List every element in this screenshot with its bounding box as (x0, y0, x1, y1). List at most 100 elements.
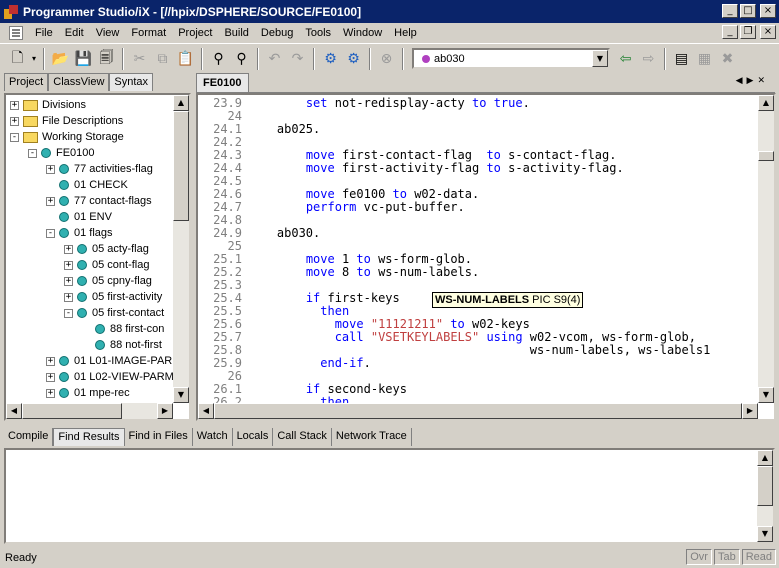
tree-item[interactable]: 88 first-con (82, 321, 164, 337)
minimize-button[interactable]: _ (722, 4, 738, 18)
expand-icon[interactable]: + (10, 116, 19, 126)
code-editor[interactable]: 23.9 set not-redisplay-acty to true. 24 2… (196, 93, 776, 421)
scroll-up-icon[interactable]: ▲ (757, 450, 773, 466)
function-combo[interactable]: ab030 ▼ (412, 48, 610, 69)
expand-icon[interactable]: + (64, 276, 73, 286)
tree-item[interactable]: +05 first-activity (64, 289, 162, 305)
back-icon[interactable]: ⇦ (614, 48, 637, 70)
expand-icon[interactable]: + (46, 196, 55, 206)
tab-compile[interactable]: Compile (4, 428, 54, 446)
close-button[interactable]: × (760, 4, 776, 18)
menu-format[interactable]: Format (125, 25, 172, 41)
menu-build[interactable]: Build (218, 25, 254, 41)
tree-item[interactable]: - Working Storage (10, 129, 124, 145)
tree-item[interactable]: +01 L01-IMAGE-PAR (46, 353, 172, 369)
tab-find-results[interactable]: Find Results (53, 428, 125, 446)
scroll-right-icon[interactable]: ▶ (157, 403, 173, 419)
open-icon[interactable]: 📂 (49, 48, 72, 70)
redo-icon[interactable]: ↷ (286, 48, 309, 70)
scroll-thumb[interactable] (22, 403, 122, 419)
tab-find-in-files[interactable]: Find in Files (125, 428, 193, 446)
scroll-right-icon[interactable]: ▶ (742, 403, 758, 419)
doc-close-button[interactable]: × (760, 25, 776, 39)
menu-file[interactable]: File (29, 25, 59, 41)
new-dropdown-icon[interactable]: ▾ (29, 48, 39, 70)
scroll-thumb[interactable] (758, 151, 774, 161)
tree-vertical-scrollbar[interactable]: ▲ ▼ (173, 95, 189, 403)
toolbox-icon[interactable]: ▤ (670, 48, 693, 70)
collapse-icon[interactable]: - (64, 308, 73, 318)
tree-item[interactable]: - 05 first-contact (64, 305, 164, 321)
save-all-icon[interactable]: 🗐 (95, 48, 118, 70)
expand-icon[interactable]: + (46, 388, 55, 398)
find-icon[interactable]: ⚲ (207, 48, 230, 70)
forward-icon[interactable]: ⇨ (637, 48, 660, 70)
cut-icon[interactable]: ✂ (128, 48, 151, 70)
tree-item[interactable]: - 01 flags (46, 225, 113, 241)
editor-vertical-scrollbar[interactable]: ▲ ▼ (758, 95, 774, 403)
tree-item[interactable]: 88 not-first (82, 337, 162, 353)
build-icon[interactable]: ⚙ (319, 48, 342, 70)
scroll-down-icon[interactable]: ▼ (757, 526, 773, 542)
menu-debug[interactable]: Debug (255, 25, 299, 41)
new-icon[interactable]: 🗋 (6, 48, 29, 70)
tab-call-stack[interactable]: Call Stack (273, 428, 332, 446)
scroll-thumb[interactable] (214, 403, 742, 419)
menu-window[interactable]: Window (337, 25, 388, 41)
menu-project[interactable]: Project (172, 25, 218, 41)
tree-item[interactable]: +77 contact-flags (46, 193, 152, 209)
menu-tools[interactable]: Tools (299, 25, 337, 41)
chevron-down-icon[interactable]: ▼ (592, 50, 608, 67)
doc-restore-button[interactable]: ❐ (740, 25, 756, 39)
doc-minimize-button[interactable]: _ (722, 25, 738, 39)
tab-scroll-arrows-icon[interactable]: ◀▶✕ (736, 76, 769, 86)
menu-view[interactable]: View (90, 25, 126, 41)
scroll-up-icon[interactable]: ▲ (173, 95, 189, 111)
maximize-button[interactable]: □ (740, 4, 756, 18)
tree-item[interactable]: +77 activities-flag (46, 161, 153, 177)
scroll-thumb[interactable] (173, 111, 189, 221)
expand-icon[interactable]: + (46, 356, 55, 366)
checklist-icon[interactable]: ▦ (693, 48, 716, 70)
collapse-icon[interactable]: - (10, 132, 19, 142)
undo-icon[interactable]: ↶ (263, 48, 286, 70)
expand-icon[interactable]: + (10, 100, 19, 110)
collapse-icon[interactable]: - (46, 228, 55, 238)
tree-item[interactable]: 01 ENV (46, 209, 112, 225)
copy-icon[interactable]: ⧉ (151, 48, 174, 70)
scroll-up-icon[interactable]: ▲ (758, 95, 774, 111)
delete-icon[interactable]: ✖ (716, 48, 739, 70)
stop-icon[interactable]: ⊗ (375, 48, 398, 70)
collapse-icon[interactable]: - (28, 148, 37, 158)
rebuild-icon[interactable]: ⚙ (342, 48, 365, 70)
tree-item[interactable]: + Divisions (10, 97, 86, 113)
menu-help[interactable]: Help (388, 25, 423, 41)
save-icon[interactable]: 💾 (72, 48, 95, 70)
editor-horizontal-scrollbar[interactable]: ◀ ▶ (198, 403, 758, 419)
tab-syntax[interactable]: Syntax (109, 73, 154, 91)
expand-icon[interactable]: + (46, 164, 55, 174)
scroll-left-icon[interactable]: ◀ (6, 403, 22, 419)
tree-item[interactable]: +05 cpny-flag (64, 273, 152, 289)
tree-item[interactable]: + File Descriptions (10, 113, 123, 129)
tab-fe0100[interactable]: FE0100 (196, 73, 249, 92)
expand-icon[interactable]: + (64, 292, 73, 302)
tab-network-trace[interactable]: Network Trace (332, 428, 412, 446)
scroll-down-icon[interactable]: ▼ (173, 387, 189, 403)
menu-edit[interactable]: Edit (59, 25, 90, 41)
document-menu-icon[interactable] (9, 25, 23, 40)
tab-locals[interactable]: Locals (233, 428, 274, 446)
expand-icon[interactable]: + (64, 244, 73, 254)
scroll-left-icon[interactable]: ◀ (198, 403, 214, 419)
expand-icon[interactable]: + (46, 372, 55, 382)
find-results-pane[interactable]: ▲ ▼ (4, 448, 775, 544)
tree-horizontal-scrollbar[interactable]: ◀ ▶ (6, 403, 173, 419)
scroll-down-icon[interactable]: ▼ (758, 387, 774, 403)
tree-item[interactable]: +01 mpe-rec (46, 385, 130, 401)
tree-item[interactable]: 01 CHECK (46, 177, 128, 193)
expand-icon[interactable]: + (64, 260, 73, 270)
tab-project[interactable]: Project (4, 73, 49, 91)
output-vertical-scrollbar[interactable]: ▲ ▼ (757, 450, 773, 542)
tree-item[interactable]: +05 acty-flag (64, 241, 149, 257)
scroll-thumb[interactable] (757, 466, 773, 506)
